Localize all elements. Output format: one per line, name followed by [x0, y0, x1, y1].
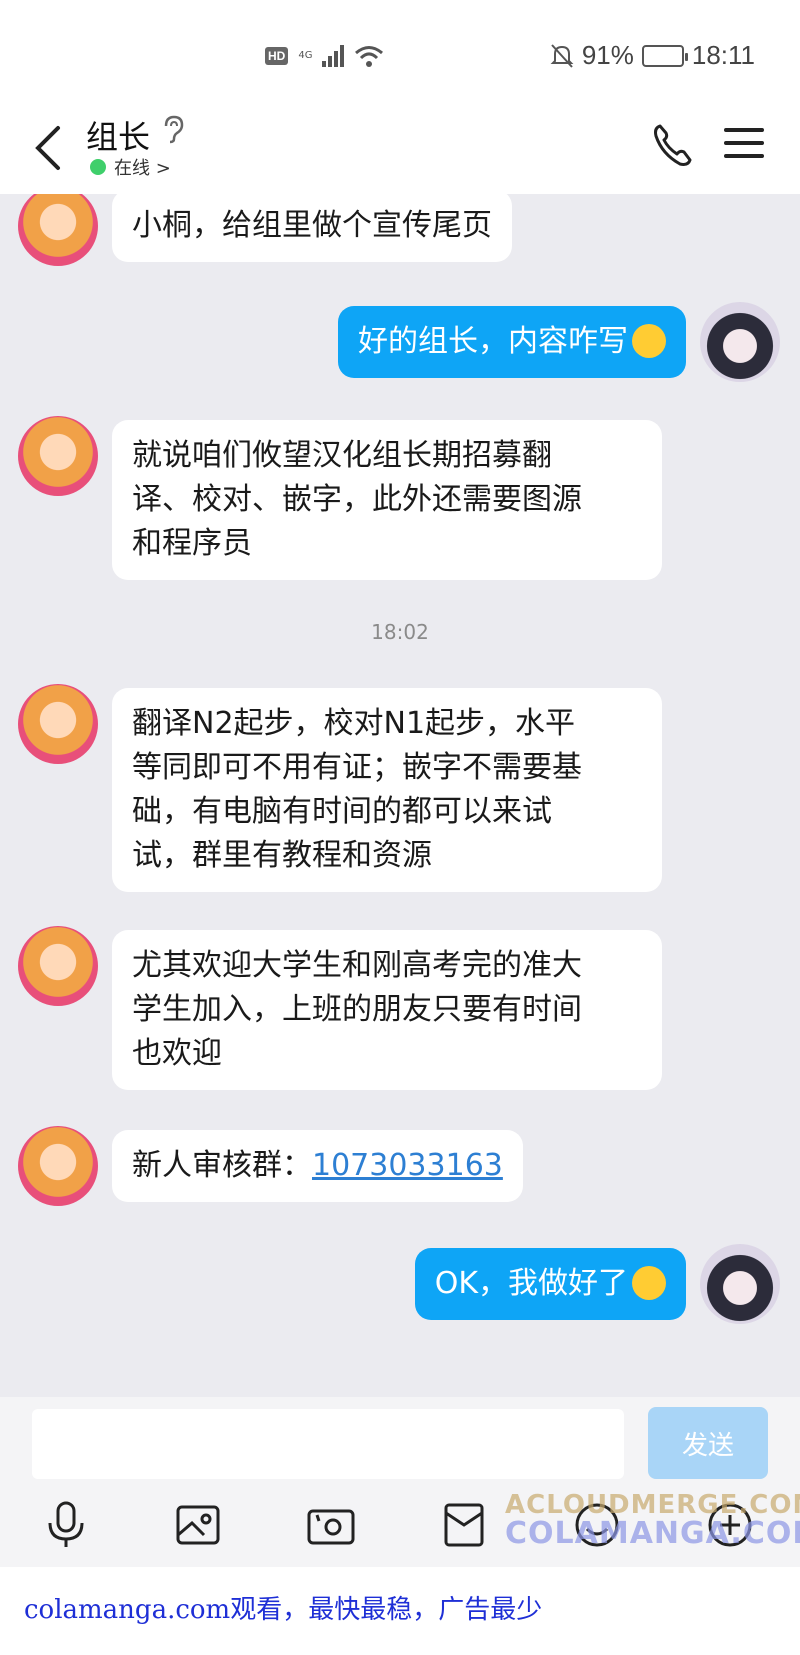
- red-packet-icon[interactable]: [436, 1497, 492, 1553]
- message-bubble[interactable]: 小桐，给组里做个宣传尾页: [112, 194, 512, 262]
- status-bar: HD 4G 91% 18:11: [0, 0, 800, 110]
- message-line: 尤其欢迎大学生和刚高考完的准大: [132, 948, 582, 983]
- system-indicators: 91% 18:11: [550, 40, 755, 71]
- chat-header: 组长 在线 >: [0, 110, 800, 194]
- network-type: 4G: [298, 50, 313, 61]
- signal-icon: [322, 45, 345, 67]
- back-arrow-icon[interactable]: [28, 120, 72, 176]
- watermark-line: COLAMANGA.COM: [505, 1516, 800, 1551]
- message-line: 和程序员: [132, 526, 252, 561]
- send-button[interactable]: 发送: [648, 1407, 768, 1479]
- online-status-text: 在线 >: [114, 158, 171, 179]
- message-bubble[interactable]: 翻译N2起步，校对N1起步，水平 等同即可不用有证；嵌字不需要基 础，有电脑有时…: [112, 688, 662, 892]
- microphone-icon[interactable]: [38, 1497, 94, 1553]
- message-input[interactable]: [32, 1409, 624, 1479]
- message-line: 也欢迎: [132, 1036, 222, 1071]
- contact-avatar[interactable]: [18, 926, 98, 1006]
- image-icon[interactable]: [170, 1497, 226, 1553]
- message-bubble[interactable]: 新人审核群：1073033163: [112, 1130, 523, 1202]
- contact-name[interactable]: 组长: [86, 112, 150, 158]
- menu-icon[interactable]: [724, 128, 764, 164]
- battery-percent: 91%: [581, 40, 634, 70]
- online-dot-icon: [90, 159, 106, 175]
- wifi-icon: [355, 46, 384, 67]
- timestamp: 18:02: [371, 620, 429, 644]
- emoji-icon: [632, 1265, 666, 1300]
- message-text: OK，我做好了: [434, 1266, 628, 1301]
- emoji-icon: [632, 323, 666, 358]
- message-line: 就说咱们攸望汉化组长期招募翻: [132, 438, 552, 473]
- watermark: ACLOUDMERGE.COM COLAMANGA.COM: [505, 1490, 800, 1551]
- message-text: 新人审核群：: [132, 1148, 312, 1183]
- message-text: 好的组长，内容咋写: [358, 324, 628, 359]
- group-number-link[interactable]: 1073033163: [312, 1148, 503, 1183]
- clock: 18:11: [691, 40, 755, 70]
- message-text: 小桐，给组里做个宣传尾页: [132, 208, 492, 243]
- footer-text: colamanga.com观看，最快最稳，广告最少: [24, 1595, 543, 1625]
- message-line: 础，有电脑有时间的都可以来试: [132, 794, 552, 829]
- message-bubble-self[interactable]: OK，我做好了: [414, 1248, 686, 1320]
- message-line: 译、校对、嵌字，此外还需要图源: [132, 482, 582, 517]
- network-indicators: HD 4G: [265, 44, 384, 68]
- message-line: 翻译N2起步，校对N1起步，水平: [132, 706, 576, 741]
- self-avatar[interactable]: [700, 302, 780, 382]
- self-avatar[interactable]: [700, 1244, 780, 1324]
- message-line: 试，群里有教程和资源: [132, 838, 432, 873]
- camera-icon[interactable]: [303, 1497, 359, 1553]
- contact-avatar[interactable]: [18, 684, 98, 764]
- input-bar: 发送: [0, 1397, 800, 1487]
- hd-badge: HD: [265, 47, 289, 65]
- message-line: 等同即可不用有证；嵌字不需要基: [132, 750, 582, 785]
- battery-icon: [641, 44, 688, 67]
- mute-bell-icon: [550, 43, 574, 68]
- contact-avatar[interactable]: [18, 416, 98, 496]
- online-status[interactable]: 在线 >: [90, 154, 171, 180]
- contact-avatar[interactable]: [18, 1126, 98, 1206]
- contact-avatar[interactable]: [18, 194, 98, 266]
- message-line: 学生加入，上班的朋友只要有时间: [132, 992, 582, 1027]
- chat-area[interactable]: 小桐，给组里做个宣传尾页 好的组长，内容咋写 就说咱们攸望汉化组长期招募翻 译、…: [0, 194, 800, 1397]
- earpiece-mode-icon[interactable]: [160, 114, 186, 144]
- phone-call-icon[interactable]: [650, 120, 696, 170]
- message-bubble-self[interactable]: 好的组长，内容咋写: [338, 306, 686, 378]
- site-footer: colamanga.com观看，最快最稳，广告最少: [0, 1567, 800, 1655]
- message-bubble[interactable]: 就说咱们攸望汉化组长期招募翻 译、校对、嵌字，此外还需要图源 和程序员: [112, 420, 662, 580]
- message-bubble[interactable]: 尤其欢迎大学生和刚高考完的准大 学生加入，上班的朋友只要有时间 也欢迎: [112, 930, 662, 1090]
